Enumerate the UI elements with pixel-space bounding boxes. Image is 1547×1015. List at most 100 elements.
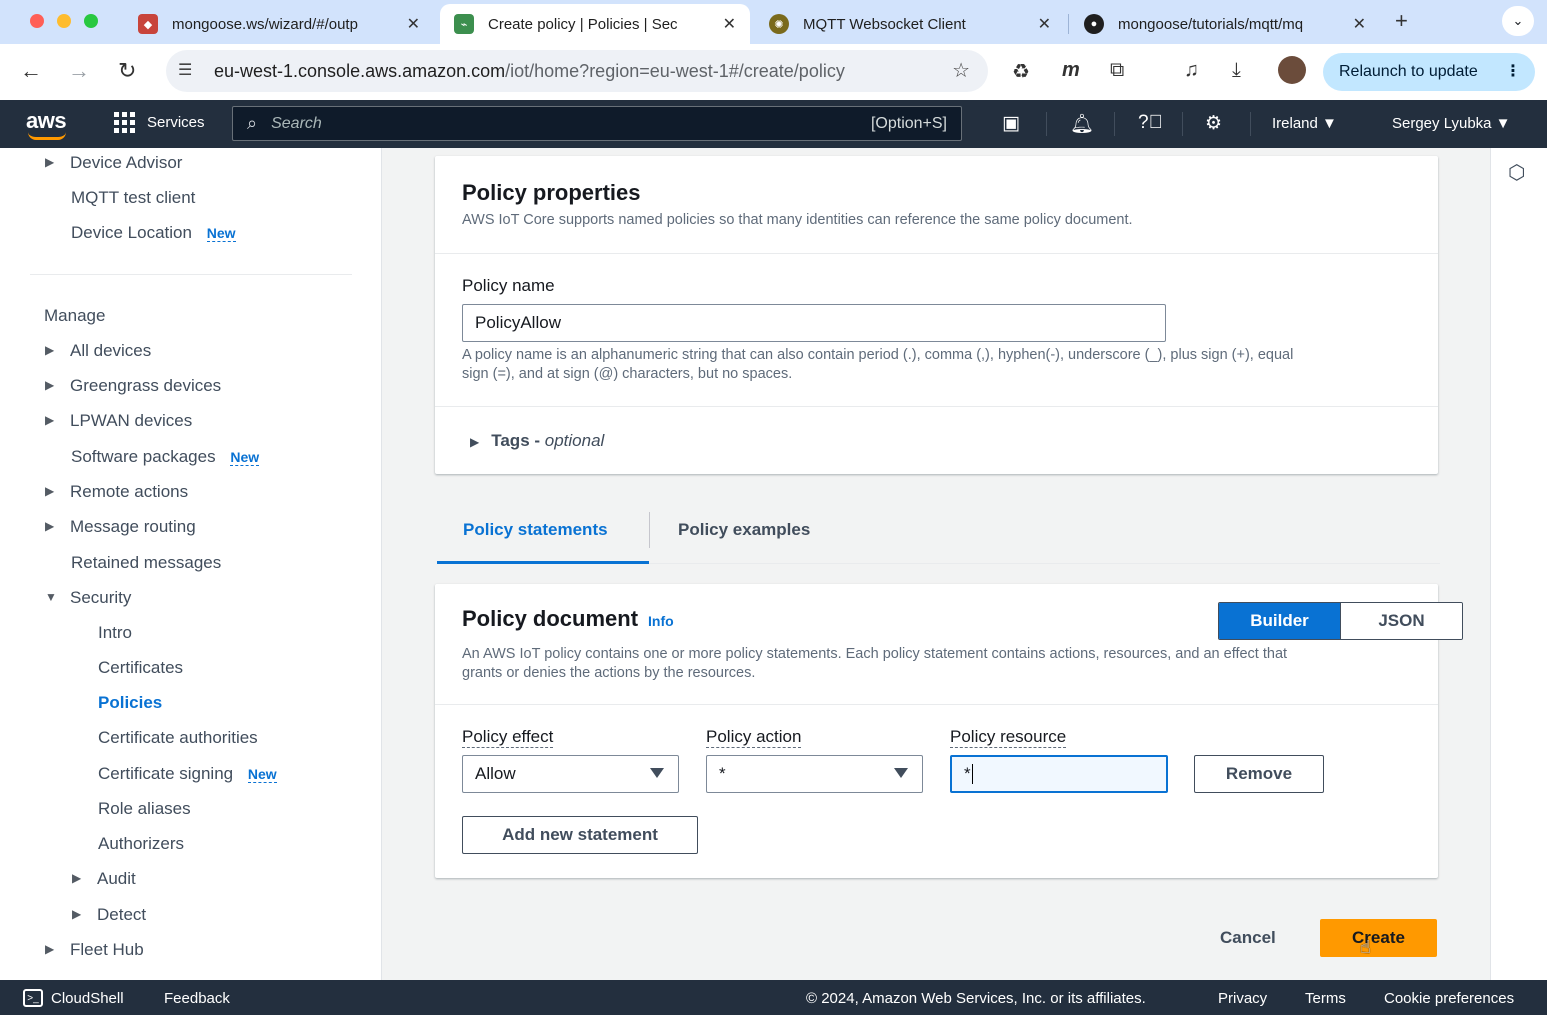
privacy-link[interactable]: Privacy	[1218, 990, 1267, 1007]
browser-tab-mongoose-wizard[interactable]: ◆ mongoose.ws/wizard/#/outp ✕	[124, 4, 434, 44]
sidebar-section-manage: Manage	[44, 306, 106, 325]
sidebar-item-greengrass-devices[interactable]: ▶ Greengrass devices	[45, 376, 221, 396]
relaunch-label: Relaunch to update	[1339, 63, 1478, 80]
cancel-button[interactable]: Cancel	[1220, 928, 1276, 948]
tags-optional: optional	[544, 431, 605, 450]
dropdown-caret-icon	[650, 768, 664, 778]
account-user-name: Sergey Lyubka	[1392, 115, 1492, 132]
forward-icon[interactable]: →	[68, 58, 90, 84]
cloudshell-icon[interactable]: ▣	[1002, 112, 1020, 135]
sidebar-item-fleet-hub[interactable]: ▶ Fleet Hub	[45, 940, 144, 960]
policy-action-label: Policy action	[706, 727, 802, 748]
sidebar-item-certificates[interactable]: Certificates	[98, 658, 183, 678]
close-tab-icon[interactable]: ✕	[1038, 14, 1051, 34]
sidebar-item-retained-messages[interactable]: Retained messages	[71, 553, 221, 573]
active-tab-underline	[437, 561, 649, 564]
services-menu-button[interactable]: Services	[114, 112, 205, 133]
browser-toolbar: ← → ↻ ☰ eu-west-1.console.aws.amazon.com…	[0, 44, 1547, 100]
mqtt-icon: ✺	[769, 14, 789, 34]
window-zoom-button[interactable]	[84, 14, 98, 28]
close-tab-icon[interactable]: ✕	[1353, 14, 1366, 34]
sidebar-item-certificate-authorities[interactable]: Certificate authorities	[98, 728, 258, 748]
tab-policy-examples[interactable]: Policy examples	[678, 520, 810, 540]
recycle-extension-icon[interactable]: ♻	[1012, 59, 1030, 84]
sidebar-item-device-advisor[interactable]: ▶ Device Advisor	[45, 153, 182, 173]
cloudshell-link[interactable]: CloudShell	[51, 990, 124, 1007]
create-button[interactable]: Create ☝	[1320, 919, 1437, 957]
browser-tab-github[interactable]: ● mongoose/tutorials/mqtt/mq ✕	[1070, 4, 1380, 44]
help-icon[interactable]: ?⃝	[1138, 112, 1163, 134]
sidebar-item-security[interactable]: ▼ Security	[45, 588, 131, 608]
back-icon[interactable]: ←	[20, 58, 42, 84]
sidebar-item-detect[interactable]: ▶ Detect	[72, 905, 146, 925]
sidebar-item-software-packages[interactable]: Software packages New	[71, 447, 260, 467]
close-tab-icon[interactable]: ✕	[407, 14, 420, 34]
sidebar-item-role-aliases[interactable]: Role aliases	[98, 799, 191, 819]
policy-action-select[interactable]: *	[706, 755, 923, 793]
kebab-menu-icon[interactable]: ⋮	[1505, 61, 1521, 81]
sidebar-item-message-routing[interactable]: ▶ Message routing	[45, 517, 196, 537]
policy-name-input[interactable]: PolicyAllow	[462, 304, 1166, 342]
sidebar-item-label: Certificate signing	[98, 764, 234, 783]
remove-statement-button[interactable]: Remove	[1194, 755, 1324, 793]
profile-avatar-icon[interactable]	[1278, 56, 1306, 84]
window-close-button[interactable]	[30, 14, 44, 28]
bookmark-star-icon[interactable]: ☆	[952, 58, 970, 83]
aws-logo[interactable]: aws	[26, 108, 67, 140]
relaunch-to-update-button[interactable]: Relaunch to update ⋮	[1323, 53, 1535, 91]
browser-tab-mqtt-client[interactable]: ✺ MQTT Websocket Client ✕	[755, 4, 1065, 44]
cookie-preferences-link[interactable]: Cookie preferences	[1384, 990, 1514, 1007]
m-extension-icon[interactable]: m	[1062, 59, 1080, 82]
policy-properties-card: Policy properties AWS IoT Core supports …	[435, 156, 1438, 474]
sidebar-item-intro[interactable]: Intro	[98, 623, 132, 643]
sidebar-item-audit[interactable]: ▶ Audit	[72, 869, 136, 889]
sidebar-item-authorizers[interactable]: Authorizers	[98, 834, 184, 854]
settings-gear-icon[interactable]: ⚙	[1205, 112, 1222, 135]
account-menu[interactable]: Sergey Lyubka ▼	[1392, 115, 1511, 132]
sidebar-item-device-location[interactable]: Device Location New	[71, 223, 236, 243]
policy-effect-select[interactable]: Allow	[462, 755, 679, 793]
reload-icon[interactable]: ↻	[118, 58, 136, 84]
text-cursor	[971, 764, 973, 784]
sidebar-item-all-devices[interactable]: ▶ All devices	[45, 341, 151, 361]
info-link[interactable]: Info	[648, 613, 674, 629]
cloudshell-icon[interactable]: >_	[23, 989, 43, 1007]
site-settings-icon[interactable]: ☰	[178, 60, 192, 80]
extensions-puzzle-icon[interactable]: ⧉	[1110, 59, 1124, 82]
media-controls-icon[interactable]: ♫	[1184, 59, 1199, 82]
close-tab-icon[interactable]: ✕	[723, 14, 736, 34]
sidebar-item-lpwan-devices[interactable]: ▶ LPWAN devices	[45, 411, 192, 431]
aws-search-input[interactable]: ⌕ Search [Option+S]	[232, 106, 962, 141]
policy-properties-title: Policy properties	[462, 180, 641, 205]
sidebar-item-label: Software packages	[71, 447, 216, 466]
policy-document-title-text: Policy document	[462, 606, 639, 631]
sidebar-item-certificate-signing[interactable]: Certificate signing New	[98, 764, 277, 784]
sidebar-item-remote-actions[interactable]: ▶ Remote actions	[45, 482, 188, 502]
tags-expander[interactable]: ▶ Tags - optional	[470, 431, 604, 451]
caret-right-icon: ▶	[45, 413, 55, 427]
region-selector[interactable]: Ireland ▼	[1272, 115, 1337, 132]
terms-link[interactable]: Terms	[1305, 990, 1346, 1007]
downloads-icon[interactable]: ⤓	[1232, 59, 1241, 82]
ai-assistant-icon[interactable]: ⬡	[1508, 160, 1525, 185]
sidebar-item-label: Authorizers	[98, 834, 184, 853]
search-placeholder: Search	[271, 114, 322, 132]
builder-mode-button[interactable]: Builder	[1219, 603, 1340, 639]
browser-tab-create-policy[interactable]: ⌁ Create policy | Policies | Sec ✕	[440, 4, 750, 44]
new-tab-icon[interactable]: +	[1395, 8, 1408, 34]
add-new-statement-button[interactable]: Add new statement	[462, 816, 698, 854]
policy-document-title: Policy document Info	[462, 606, 674, 632]
feedback-link[interactable]: Feedback	[164, 990, 230, 1007]
region-label: Ireland	[1272, 115, 1318, 132]
window-minimize-button[interactable]	[57, 14, 71, 28]
notifications-bell-icon[interactable]: 🔔︎	[1070, 112, 1094, 136]
address-bar[interactable]: ☰ eu-west-1.console.aws.amazon.com/iot/h…	[166, 50, 988, 92]
json-mode-button[interactable]: JSON	[1340, 603, 1462, 639]
sidebar-item-policies[interactable]: Policies	[98, 693, 162, 713]
tab-policy-statements[interactable]: Policy statements	[463, 520, 608, 540]
policy-resource-input[interactable]: *	[950, 755, 1168, 793]
tab-separator	[1068, 14, 1069, 34]
policy-resource-value: *	[964, 764, 971, 783]
sidebar-item-mqtt-test-client[interactable]: MQTT test client	[71, 188, 195, 208]
tab-search-icon[interactable]: ⌄	[1502, 6, 1534, 36]
